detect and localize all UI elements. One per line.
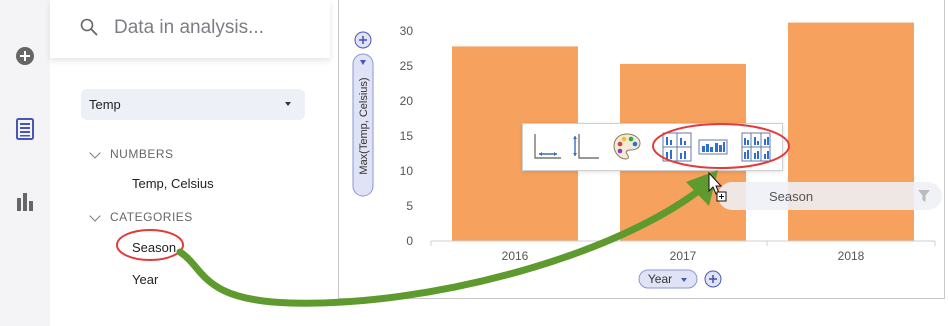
- field-season[interactable]: Season: [132, 240, 176, 255]
- caret-down-icon: [285, 102, 291, 106]
- trellis-rows-icon[interactable]: [697, 131, 729, 163]
- numbers-section-header[interactable]: NUMBERS: [110, 147, 174, 161]
- color-palette-icon[interactable]: [611, 131, 643, 163]
- y-tick-label: 5: [406, 199, 413, 213]
- drop-target-season[interactable]: Season: [718, 182, 942, 210]
- x-tick-label: 2017: [670, 249, 697, 263]
- table-dropdown-value: Temp: [89, 97, 121, 112]
- categories-section-header[interactable]: CATEGORIES: [110, 210, 193, 224]
- search-input[interactable]: Data in analysis...: [114, 17, 264, 39]
- filter-icon: [918, 190, 930, 202]
- drop-target-label: Season: [769, 189, 814, 204]
- x-axis-add-button[interactable]: [704, 270, 722, 288]
- table-dropdown[interactable]: Temp: [81, 89, 305, 120]
- search-icon: [80, 18, 98, 41]
- y-axis-selector-label: Max(Temp, Celsius): [358, 77, 370, 174]
- x-axis-icon[interactable]: [531, 131, 563, 163]
- trellis-columns-icon[interactable]: [661, 131, 693, 163]
- y-axis-icon[interactable]: [569, 131, 601, 163]
- y-tick-label: 10: [400, 164, 414, 178]
- add-circle-icon[interactable]: [13, 44, 37, 68]
- visualizations-icon[interactable]: [13, 189, 37, 213]
- chevron-down-icon[interactable]: [89, 210, 101, 222]
- search-bar[interactable]: Data in analysis...: [50, 0, 330, 58]
- y-tick-label: 0: [406, 234, 413, 248]
- trellis-panels-icon[interactable]: [740, 131, 772, 163]
- y-axis-add-button[interactable]: [354, 31, 372, 49]
- data-panel: Data in analysis... Temp NUMBERS Temp, C…: [50, 0, 330, 326]
- x-tick-label: 2016: [502, 249, 529, 263]
- field-year[interactable]: Year: [132, 272, 158, 287]
- left-rail: [0, 0, 51, 326]
- field-temp-celsius[interactable]: Temp, Celsius: [132, 176, 214, 191]
- y-tick-label: 15: [400, 129, 414, 143]
- axis-drop-toolbar: [522, 123, 783, 171]
- y-tick-label: 20: [400, 94, 414, 108]
- x-tick-label: 2018: [838, 249, 865, 263]
- y-tick-label: 30: [400, 24, 414, 38]
- data-table-icon[interactable]: [13, 117, 37, 141]
- chevron-down-icon[interactable]: [89, 147, 101, 159]
- y-tick-label: 25: [400, 59, 414, 73]
- x-axis-selector-label: Year: [648, 272, 672, 286]
